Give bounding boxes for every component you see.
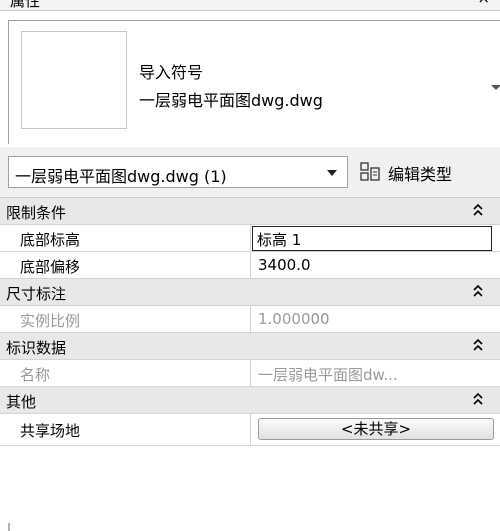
base-level-field[interactable]: 标高 1	[252, 226, 492, 251]
property-row-shared-site: 共享场地 <未共享>	[0, 414, 500, 446]
window-title: 属性	[10, 0, 41, 10]
group-label: 尺寸标注	[6, 285, 67, 303]
property-row-base-level: 底部标高 标高 1	[0, 225, 500, 252]
group-label: 标识数据	[6, 339, 67, 357]
column-separator	[250, 225, 251, 251]
column-separator	[250, 414, 251, 445]
type-preview-image	[21, 31, 127, 129]
chevron-down-icon[interactable]	[327, 170, 337, 176]
collapse-icon[interactable]	[472, 284, 484, 298]
close-icon[interactable]: ×	[477, 0, 490, 7]
property-grid: 限制条件 底部标高 标高 1 底部偏移 3400.0 尺寸标注 实例比例 1.0…	[0, 197, 500, 446]
instance-dropdown-value: 一层弱电平面图dwg.dwg (1)	[15, 167, 227, 186]
column-separator	[250, 360, 251, 386]
column-separator	[250, 306, 251, 332]
property-name: 底部标高	[20, 231, 81, 249]
property-name: 共享场地	[20, 422, 81, 440]
type-family-label: 导入符号	[139, 63, 204, 82]
title-bar: 属性 ×	[0, 0, 500, 11]
property-value: 一层弱电平面图dw...	[258, 366, 398, 384]
chevron-down-icon[interactable]	[491, 85, 500, 90]
property-row-base-offset: 底部偏移 3400.0	[0, 252, 500, 279]
group-header-dimensions[interactable]: 尺寸标注	[0, 279, 500, 306]
group-label: 限制条件	[6, 204, 67, 222]
edit-type-label: 编辑类型	[388, 165, 453, 184]
group-header-other[interactable]: 其他	[0, 387, 500, 414]
collapse-icon[interactable]	[472, 392, 484, 406]
property-value: 1.000000	[258, 310, 330, 328]
property-row-name: 名称 一层弱电平面图dw...	[0, 360, 500, 387]
properties-panel: 属性 × 导入符号 一层弱电平面图dwg.dwg 一层弱电平面图dwg.dwg …	[0, 0, 500, 531]
property-name: 底部偏移	[20, 258, 81, 276]
collapse-icon[interactable]	[472, 338, 484, 352]
panel-edge	[8, 523, 10, 531]
instance-filter-row: 一层弱电平面图dwg.dwg (1) 编辑类型	[0, 147, 500, 197]
type-name-label: 一层弱电平面图dwg.dwg	[139, 91, 323, 110]
edit-type-icon	[360, 162, 380, 181]
group-label: 其他	[6, 393, 37, 411]
collapse-icon[interactable]	[472, 203, 484, 217]
edit-type-button[interactable]: 编辑类型	[356, 156, 500, 188]
column-separator	[250, 252, 251, 278]
property-name: 实例比例	[20, 312, 81, 330]
type-selector[interactable]: 导入符号 一层弱电平面图dwg.dwg	[8, 20, 500, 144]
instance-dropdown[interactable]: 一层弱电平面图dwg.dwg (1)	[8, 156, 348, 188]
base-offset-value[interactable]: 3400.0	[258, 256, 311, 274]
group-header-identity-data[interactable]: 标识数据	[0, 333, 500, 360]
shared-site-button[interactable]: <未共享>	[258, 418, 494, 440]
property-value: 标高 1	[257, 231, 302, 249]
property-row-instance-scale: 实例比例 1.000000	[0, 306, 500, 333]
property-name: 名称	[20, 366, 51, 384]
group-header-constraints[interactable]: 限制条件	[0, 198, 500, 225]
